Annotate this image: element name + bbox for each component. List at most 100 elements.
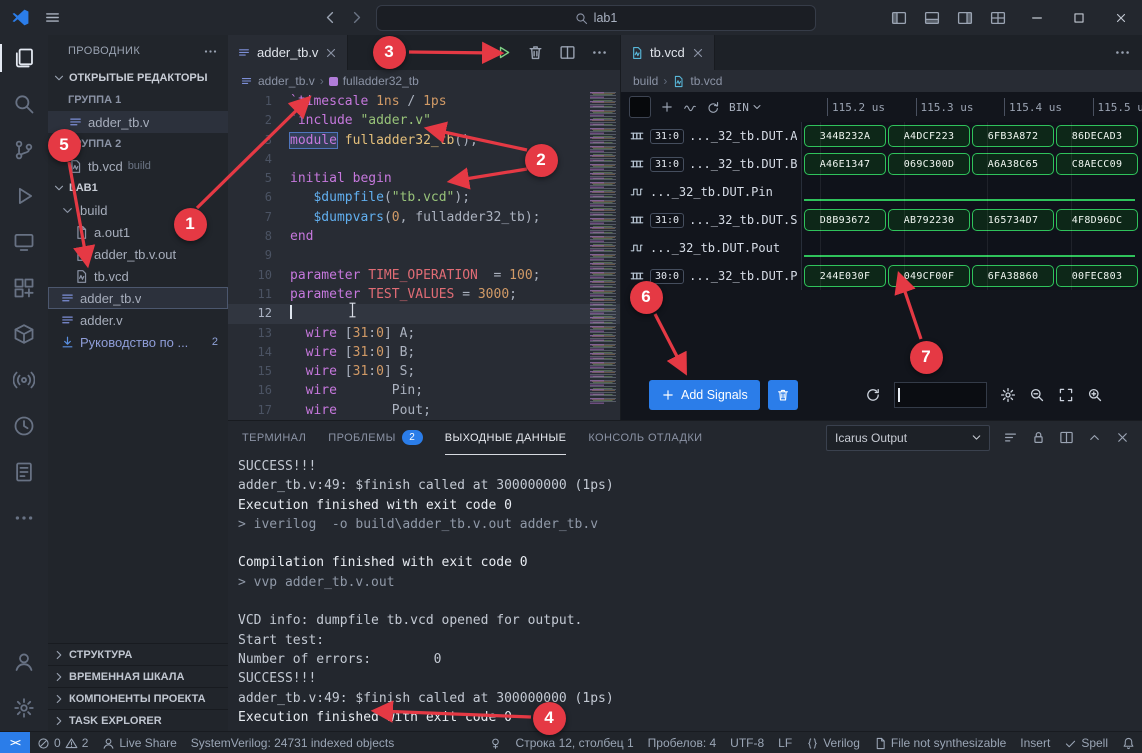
- run-button-icon[interactable]: [495, 44, 512, 61]
- signal-name-row[interactable]: 31:0..._32_tb.DUT.A: [621, 122, 801, 150]
- activity-more[interactable]: [0, 495, 48, 541]
- output-console[interactable]: SUCCESS!!!adder_tb.v:49: $finish called …: [228, 454, 1142, 729]
- encoding-status[interactable]: UTF-8: [723, 732, 771, 753]
- zoom-fit-icon[interactable]: [1058, 387, 1074, 403]
- live-share-status[interactable]: Live Share: [95, 732, 183, 753]
- activity-containers[interactable]: [0, 311, 48, 357]
- nav-forward-icon[interactable]: [348, 9, 365, 26]
- breadcrumb-symbol[interactable]: fulladder32_tb: [343, 74, 419, 88]
- signal-name-row[interactable]: 30:0..._32_tb.DUT.P: [621, 262, 801, 290]
- problems-status[interactable]: 0 2: [30, 732, 95, 753]
- panel-tab-debug-console[interactable]: КОНСОЛЬ ОТЛАДКИ: [588, 421, 702, 455]
- signal-wave-row[interactable]: D8B93672AB792230165734D74F8D96DC: [802, 206, 1142, 234]
- breadcrumb-file[interactable]: adder_tb.v: [258, 74, 315, 88]
- tree-item[interactable]: build: [48, 199, 228, 221]
- signal-name-row[interactable]: ..._32_tb.DUT.Pin: [621, 178, 801, 206]
- code-editor[interactable]: 1`timescale 1ns / 1ps2`include "adder.v"…: [228, 92, 620, 420]
- activity-settings[interactable]: [0, 685, 48, 731]
- tree-item[interactable]: adder.v: [48, 309, 228, 331]
- add-signals-button[interactable]: Add Signals: [649, 380, 760, 410]
- netlist-button[interactable]: [629, 96, 651, 118]
- toggle-secondary-sidebar-icon[interactable]: [957, 10, 973, 26]
- output-filter-icon[interactable]: [1003, 430, 1018, 445]
- sidebar-section-компоненты-проекта[interactable]: КОМПОНЕНТЫ ПРОЕКТА: [48, 687, 228, 709]
- tree-item[interactable]: adder_tb.v.out: [48, 243, 228, 265]
- indentation-status[interactable]: Пробелов: 4: [641, 732, 724, 753]
- panel-tab-problems[interactable]: ПРОБЛЕМЫ2: [328, 421, 422, 455]
- activity-search[interactable]: [0, 81, 48, 127]
- signal-name-row[interactable]: ..._32_tb.DUT.Pout: [621, 234, 801, 262]
- remote-indicator[interactable]: ><: [0, 732, 30, 753]
- toggle-sidebar-icon[interactable]: [891, 10, 907, 26]
- signal-wave-row[interactable]: A46E1347069C300DA6A38C65C8AECC09: [802, 150, 1142, 178]
- maximize-button[interactable]: [1058, 0, 1100, 35]
- activity-explorer[interactable]: [0, 35, 48, 81]
- signal-wave-row[interactable]: [802, 178, 1142, 206]
- signal-name-row[interactable]: 31:0..._32_tb.DUT.B: [621, 150, 801, 178]
- activity-notes[interactable]: [0, 449, 48, 495]
- split-editor-icon[interactable]: [559, 44, 576, 61]
- workspace-root-header[interactable]: LAB1: [48, 177, 228, 199]
- nav-back-icon[interactable]: [322, 9, 339, 26]
- spell-status[interactable]: Spell: [1057, 732, 1115, 753]
- more-actions-icon[interactable]: [591, 44, 608, 61]
- activity-extensions[interactable]: [0, 265, 48, 311]
- signal-wave-row[interactable]: [802, 234, 1142, 262]
- zoom-in-icon[interactable]: [1087, 387, 1103, 403]
- tree-item[interactable]: a.out1: [48, 221, 228, 243]
- sidebar-more-icon[interactable]: [203, 44, 218, 59]
- panel-tab-output[interactable]: ВЫХОДНЫЕ ДАННЫЕ: [445, 421, 567, 455]
- breadcrumb[interactable]: build › tb.vcd: [621, 70, 1142, 92]
- close-panel-icon[interactable]: [1115, 430, 1130, 445]
- sidebar-section-task-explorer[interactable]: TASK EXPLORER: [48, 709, 228, 731]
- signal-wave-row[interactable]: 344B232AA4DCF2236FB3A87286DECAD3: [802, 122, 1142, 150]
- remove-signals-button[interactable]: [768, 380, 798, 410]
- signal-name-row[interactable]: 31:0..._32_tb.DUT.S: [621, 206, 801, 234]
- minimap[interactable]: [590, 92, 616, 404]
- menu-icon[interactable]: [44, 9, 61, 26]
- refresh-icon[interactable]: [865, 387, 881, 403]
- tab-close-icon[interactable]: [691, 46, 705, 60]
- breadcrumb-file[interactable]: tb.vcd: [690, 74, 722, 88]
- split-panel-icon[interactable]: [1059, 430, 1074, 445]
- cursor-position[interactable]: Строка 12, столбец 1: [509, 732, 641, 753]
- toggle-panel-icon[interactable]: [924, 10, 940, 26]
- trash-icon[interactable]: [527, 44, 544, 61]
- maximize-panel-icon[interactable]: [1087, 430, 1102, 445]
- tab-adder-tb-v[interactable]: adder_tb.v: [228, 35, 348, 70]
- panel-tab-terminal[interactable]: ТЕРМИНАЛ: [242, 421, 306, 455]
- open-editors-header[interactable]: ОТКРЫТЫЕ РЕДАКТОРЫ: [48, 67, 228, 89]
- activity-account[interactable]: [0, 639, 48, 685]
- more-actions-icon[interactable]: [1114, 44, 1131, 61]
- sidebar-section-временная-шкала[interactable]: ВРЕМЕННАЯ ШКАЛА: [48, 665, 228, 687]
- insert-mode-status[interactable]: Insert: [1013, 732, 1057, 753]
- open-editor-item[interactable]: adder_tb.v: [48, 111, 228, 133]
- tab-close-icon[interactable]: [324, 46, 338, 60]
- tree-item[interactable]: Руководство по ...2: [48, 331, 228, 353]
- waveform-canvas[interactable]: 344B232AA4DCF2236FB3A87286DECAD3A46E1347…: [801, 122, 1142, 290]
- command-center-search[interactable]: lab1: [376, 5, 816, 31]
- signal-wave-row[interactable]: 244E030F049CF00F6FA3886000FEC803: [802, 262, 1142, 290]
- activity-source-control[interactable]: [0, 127, 48, 173]
- synthesis-status[interactable]: File not synthesizable: [867, 732, 1013, 753]
- wave-search-input[interactable]: [894, 382, 987, 408]
- zoom-out-icon[interactable]: [1029, 387, 1045, 403]
- tab-tb-vcd[interactable]: tb.vcd: [621, 35, 715, 70]
- activity-remote-explorer[interactable]: [0, 219, 48, 265]
- activity-live-share[interactable]: [0, 357, 48, 403]
- add-icon[interactable]: [660, 100, 674, 114]
- redo-icon[interactable]: [706, 100, 720, 114]
- breadcrumb-folder[interactable]: build: [633, 74, 658, 88]
- lock-scroll-icon[interactable]: [1031, 430, 1046, 445]
- tree-item[interactable]: adder_tb.v: [48, 287, 228, 309]
- notifications-status[interactable]: [1115, 732, 1142, 753]
- sidebar-section-структура[interactable]: СТРУКТУРА: [48, 643, 228, 665]
- open-editor-item[interactable]: tb.vcdbuild: [48, 155, 228, 177]
- format-select[interactable]: BIN: [729, 101, 763, 114]
- minimize-button[interactable]: [1016, 0, 1058, 35]
- ports-status[interactable]: [482, 732, 509, 753]
- gear-icon[interactable]: [1000, 387, 1016, 403]
- breadcrumb[interactable]: adder_tb.v › fulladder32_tb: [228, 70, 620, 92]
- output-channel-select[interactable]: Icarus Output: [826, 425, 990, 451]
- tree-item[interactable]: tb.vcd: [48, 265, 228, 287]
